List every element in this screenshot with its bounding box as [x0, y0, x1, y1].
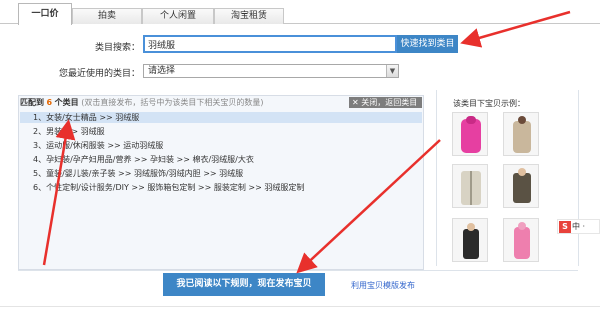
annotation-arrows: [42, 10, 571, 274]
arrow-to-search-button: [460, 10, 571, 48]
arrow-to-publish: [296, 139, 441, 274]
arrow-to-first-match: [42, 119, 76, 266]
